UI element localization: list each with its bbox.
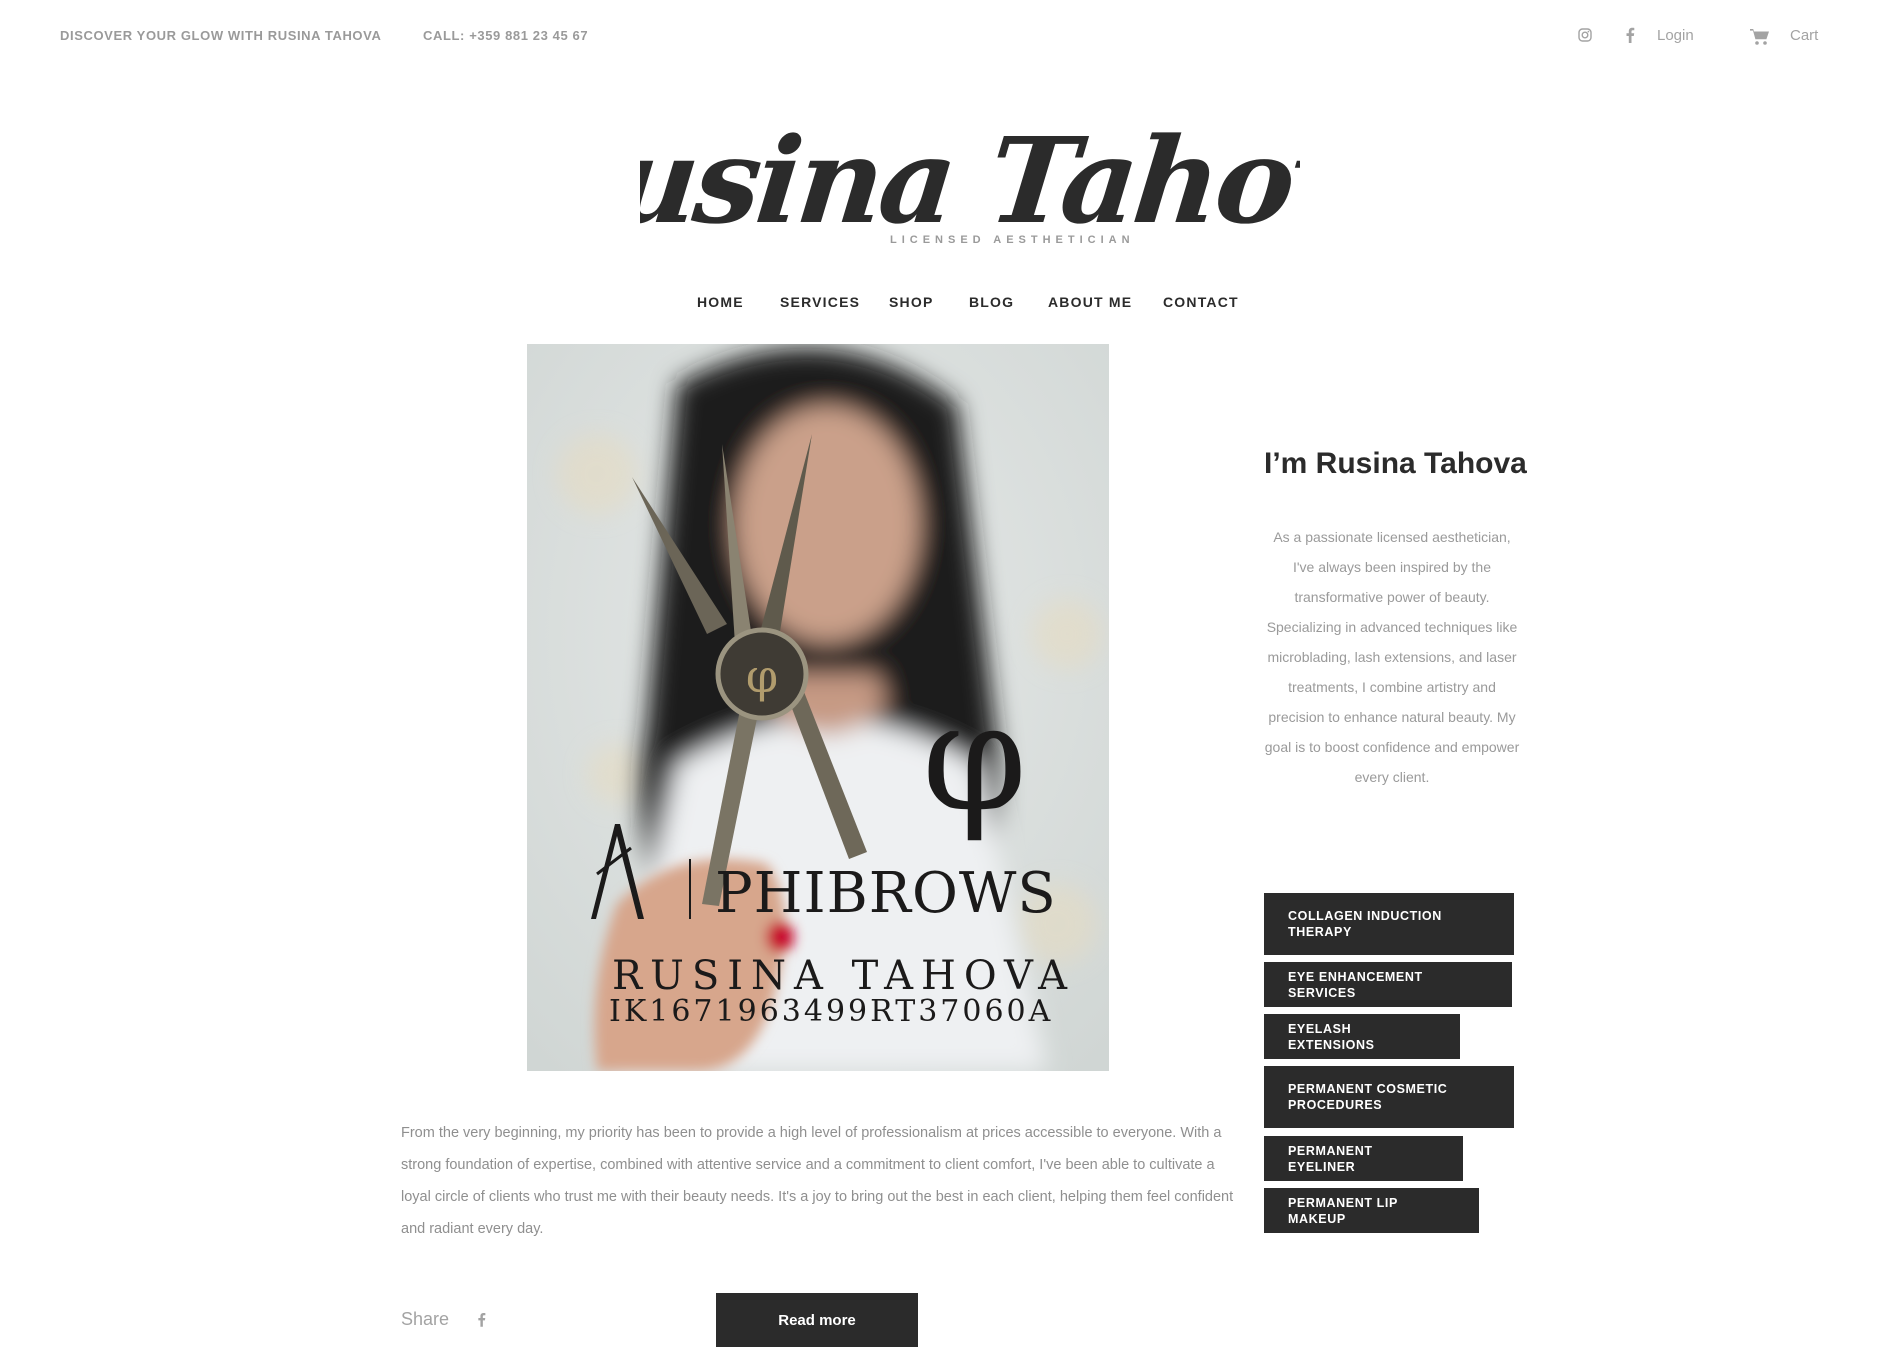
certificate-code: IK1671963499RT37060A (609, 994, 1053, 1029)
tag-permanent-lip-makeup[interactable]: PERMANENT LIP MAKEUP (1264, 1188, 1479, 1233)
tag-label: PERMANENT EYELINER (1288, 1143, 1373, 1174)
tag-label: PERMANENT COSMETIC PROCEDURES (1288, 1082, 1448, 1112)
tag-label: EYELASH EXTENSIONS (1288, 1021, 1375, 1052)
share-facebook-icon[interactable] (477, 1312, 486, 1327)
nav-services[interactable]: SERVICES (780, 294, 860, 310)
tag-eye-enhancement-services[interactable]: EYE ENHANCEMENT SERVICES (1264, 962, 1512, 1007)
nav-contact[interactable]: CONTACT (1163, 294, 1239, 310)
tag-permanent-cosmetic-procedures[interactable]: PERMANENT COSMETIC PROCEDURES (1264, 1066, 1514, 1128)
read-more-button[interactable]: Read more (716, 1293, 918, 1347)
logo-subtitle: LICENSED AESTHETICIAN (890, 234, 1135, 246)
sidebar-title: I’m Rusina Tahova (1264, 447, 1527, 480)
svg-text:φ: φ (746, 649, 778, 703)
featured-image[interactable]: φ PHIBROWS φ RUSINA TAHOVA IK1671963499R… (527, 344, 1109, 1071)
nav-blog[interactable]: BLOG (969, 294, 1014, 310)
phone-number[interactable]: CALL: +359 881 23 45 67 (423, 28, 588, 43)
nav-about-me[interactable]: ABOUT ME (1048, 294, 1132, 310)
sidebar-bio: As a passionate licensed aesthetician, I… (1264, 529, 1520, 785)
instagram-icon[interactable] (1578, 28, 1592, 42)
article-excerpt: From the very beginning, my priority has… (401, 1125, 1234, 1237)
svg-text:φ: φ (922, 671, 1027, 845)
tag-eyelash-extensions[interactable]: EYELASH EXTENSIONS (1264, 1014, 1460, 1059)
brand-logo-text: PHIBROWS (715, 861, 1057, 926)
login-link[interactable]: Login (1657, 27, 1694, 44)
cart-link[interactable]: Cart (1790, 27, 1818, 44)
certificate-name: RUSINA TAHOVA (612, 953, 1075, 999)
tag-collagen-induction-therapy[interactable]: COLLAGEN INDUCTION THERAPY (1264, 893, 1514, 955)
tagline: DISCOVER YOUR GLOW WITH RUSINA TAHOVA (60, 28, 382, 43)
cart-icon[interactable] (1750, 28, 1770, 46)
tag-label: PERMANENT LIP MAKEUP (1288, 1195, 1398, 1226)
nav-shop[interactable]: SHOP (889, 294, 933, 310)
main-nav: HOME SERVICES SHOP BLOG ABOUT ME CONTACT (0, 294, 1894, 316)
tag-label: EYE ENHANCEMENT SERVICES (1288, 969, 1423, 1000)
share-label: Share (401, 1309, 450, 1329)
nav-home[interactable]: HOME (697, 294, 744, 310)
tag-permanent-eyeliner[interactable]: PERMANENT EYELINER (1264, 1136, 1463, 1181)
tag-label: COLLAGEN INDUCTION THERAPY (1288, 909, 1442, 939)
logo-wordmark: Rusina Tahova (640, 111, 1300, 250)
top-bar: DISCOVER YOUR GLOW WITH RUSINA TAHOVA CA… (0, 0, 1894, 72)
facebook-icon[interactable] (1625, 27, 1635, 43)
